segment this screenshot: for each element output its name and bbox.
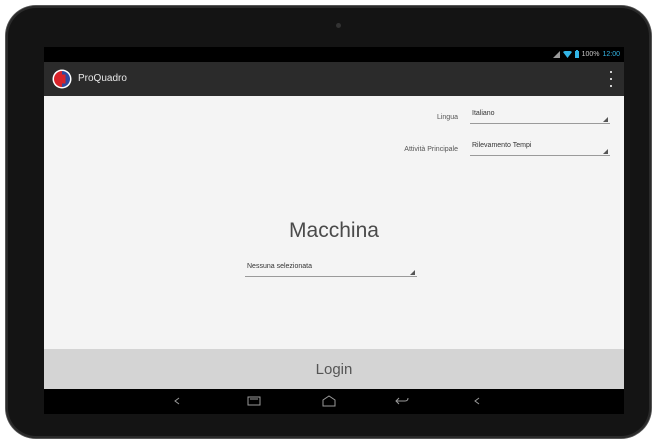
home-icon[interactable] — [320, 393, 338, 409]
main-function-label: Attività Principale — [404, 146, 458, 153]
back-icon[interactable] — [168, 393, 186, 409]
app-title: ProQuadro — [78, 73, 127, 84]
machine-select-value: Nessuna selezionata — [247, 263, 312, 270]
overflow-menu-icon[interactable] — [608, 71, 614, 87]
dropdown-arrow-icon — [603, 149, 608, 154]
battery-percentage: 100% — [581, 50, 600, 58]
action-bar: ProQuadro — [44, 62, 624, 96]
clock: 12:00 — [602, 50, 620, 58]
recents-icon[interactable] — [245, 393, 263, 409]
dropdown-arrow-icon — [410, 270, 415, 275]
language-select-value: Italiano — [472, 110, 495, 117]
navigation-bar — [44, 389, 624, 414]
wifi-icon — [562, 50, 572, 58]
signal-icon — [552, 50, 560, 58]
camera-dot — [336, 23, 341, 28]
language-select[interactable]: Italiano — [470, 109, 610, 124]
machine-heading: Macchina — [289, 219, 379, 242]
login-form: Lingua Italiano Attività Principale Rile… — [44, 96, 624, 349]
app-logo-icon[interactable] — [52, 69, 72, 89]
volume-icon[interactable] — [468, 393, 486, 409]
main-function-select[interactable]: Rilevamento Tempi — [470, 141, 610, 156]
language-label: Lingua — [436, 114, 458, 121]
battery-icon — [574, 50, 579, 58]
back-arrow-icon[interactable] — [393, 393, 411, 409]
dropdown-arrow-icon — [603, 117, 608, 122]
device-screen: 100% 12:00 ProQuadro Lingua Italiano Att… — [44, 47, 624, 414]
login-button[interactable]: Login — [44, 349, 624, 389]
status-bar: 100% 12:00 — [44, 47, 624, 62]
machine-select[interactable]: Nessuna selezionata — [245, 262, 417, 277]
main-function-select-value: Rilevamento Tempi — [472, 142, 532, 149]
status-icons: 100% 12:00 — [552, 50, 620, 58]
